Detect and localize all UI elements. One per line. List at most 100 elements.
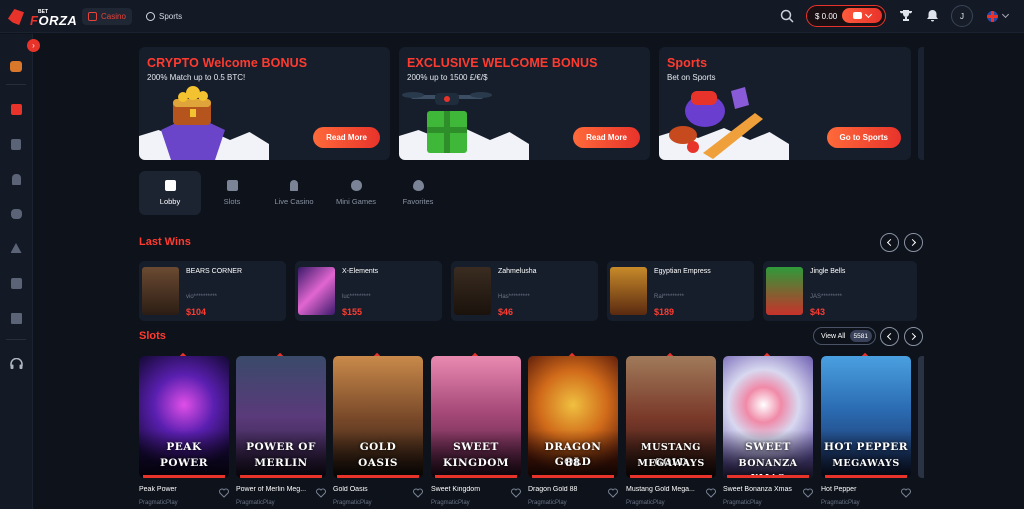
next-slot-peek[interactable]: [918, 356, 924, 478]
last-win-card[interactable]: X-Elements luc********* $155: [295, 261, 442, 321]
language-flag-icon[interactable]: [987, 11, 998, 22]
chevron-left-icon: [886, 238, 895, 247]
slot-provider: PragmaticPlay: [139, 500, 178, 506]
favorite-heart-icon[interactable]: [706, 488, 716, 498]
slot-logo-text: POWER OF: [246, 441, 316, 453]
last-wins-next-button[interactable]: [904, 233, 923, 252]
read-more-button[interactable]: Read More: [313, 127, 380, 148]
slot-provider: PragmaticPlay: [626, 500, 665, 506]
slot-name: Mustang Gold Mega...: [626, 486, 695, 493]
tab-mini-games[interactable]: Mini Games: [325, 171, 387, 215]
card-frame: [630, 475, 712, 478]
last-win-card[interactable]: Zahmelusha Has********* $46: [451, 261, 598, 321]
go-to-sports-button[interactable]: Go to Sports: [826, 127, 901, 148]
chevron-right-icon: [908, 238, 917, 247]
slots-next-button[interactable]: [904, 327, 923, 346]
nav-casino-label: Casino: [101, 12, 126, 21]
top-bar: BET FORZA Casino Sports $ 0.00 J: [0, 0, 1024, 33]
last-wins-title: Last Wins: [139, 236, 191, 248]
banner-subtitle: Bet on Sports: [667, 73, 716, 82]
slot-card[interactable]: DRAGON GOLD 88 Dragon Gold 88 PragmaticP…: [528, 352, 618, 509]
slot-thumbnail[interactable]: MUSTANG GOLD MEGAWAYS: [626, 356, 716, 478]
card-frame: [337, 475, 419, 478]
slot-card[interactable]: PEAK POWER Peak Power PragmaticPlay: [139, 352, 229, 509]
favorite-heart-icon[interactable]: [219, 488, 229, 498]
nav-casino[interactable]: Casino: [82, 8, 132, 25]
balance-widget[interactable]: $ 0.00: [806, 5, 886, 27]
slot-card[interactable]: HOT PEPPER MEGAWAYS Hot Pepper Pragmatic…: [821, 352, 911, 509]
win-game-name: Jingle Bells: [810, 268, 846, 275]
mini-games-icon: [350, 180, 362, 191]
sidebar-item-mini-games[interactable]: [9, 207, 23, 221]
sidebar-item-tables[interactable]: [9, 241, 23, 255]
chevron-down-icon[interactable]: [1001, 10, 1010, 19]
tab-lobby[interactable]: Lobby: [139, 171, 201, 215]
tab-live-casino[interactable]: Live Casino: [263, 171, 325, 215]
slot-thumbnail[interactable]: HOT PEPPER MEGAWAYS: [821, 356, 911, 478]
slot-card[interactable]: POWER OF MERLIN Power of Merlin Meg... P…: [236, 352, 326, 509]
favorite-heart-icon[interactable]: [511, 488, 521, 498]
slot-logo-text: MEGAWAYS: [832, 458, 900, 469]
sidebar-item-live[interactable]: [9, 172, 23, 186]
view-all-button[interactable]: View All 5581: [813, 327, 876, 345]
last-win-card[interactable]: BEARS CORNER vio********** $104: [139, 261, 286, 321]
win-game-name: Egyptian Empress: [654, 268, 711, 275]
brand-mark-icon: [8, 9, 24, 25]
slot-thumbnail[interactable]: SWEET KINGDOM: [431, 356, 521, 478]
win-amount: $43: [810, 307, 826, 317]
chevron-left-icon: [886, 332, 895, 341]
tab-label: Lobby: [159, 197, 181, 206]
favorite-heart-icon[interactable]: [316, 488, 326, 498]
next-banner-peek[interactable]: [918, 47, 924, 160]
slot-logo-text: GOLD: [359, 441, 397, 453]
slot-card[interactable]: GOLD OASIS Gold Oasis PragmaticPlay: [333, 352, 423, 509]
sidebar-item-support[interactable]: [9, 357, 23, 371]
slots-icon: [11, 138, 21, 150]
slot-thumbnail[interactable]: PEAK POWER: [139, 356, 229, 478]
user-avatar[interactable]: J: [951, 5, 973, 27]
favorite-heart-icon[interactable]: [901, 488, 911, 498]
slot-thumbnail[interactable]: SWEET BONANZA XMAS: [723, 356, 813, 478]
tab-slots[interactable]: Slots: [201, 171, 263, 215]
win-user: JAS*********: [810, 294, 843, 300]
last-win-card[interactable]: Egyptian Empress Ral********* $189: [607, 261, 754, 321]
sidebar-item-lobby[interactable]: [9, 102, 23, 116]
sidebar-item-promotions[interactable]: [9, 311, 23, 325]
card-frame: [143, 475, 225, 478]
brand-logo[interactable]: BET FORZA: [8, 6, 77, 28]
win-amount: $46: [498, 307, 514, 317]
slot-provider: PragmaticPlay: [821, 500, 860, 506]
sidebar-toggle-button[interactable]: ›: [27, 39, 40, 52]
sidebar-divider: [6, 84, 26, 85]
banner-exclusive-bonus[interactable]: EXCLUSIVE WELCOME BONUS 200% up to 1500 …: [399, 47, 650, 160]
sidebar-item-slots[interactable]: [9, 137, 23, 151]
slot-card[interactable]: MUSTANG GOLD MEGAWAYS Mustang Gold Mega.…: [626, 352, 716, 509]
sidebar-item-promo[interactable]: [9, 59, 23, 73]
last-win-card[interactable]: Jingle Bells JAS********* $43: [763, 261, 917, 321]
slot-thumbnail[interactable]: DRAGON GOLD 88: [528, 356, 618, 478]
tab-favorites[interactable]: Favorites: [387, 171, 449, 215]
read-more-button[interactable]: Read More: [573, 127, 640, 148]
slot-card[interactable]: SWEET KINGDOM Sweet Kingdom PragmaticPla…: [431, 352, 521, 509]
slot-card[interactable]: SWEET BONANZA XMAS Sweet Bonanza Xmas Pr…: [723, 352, 813, 509]
card-frame: [825, 475, 907, 478]
slot-logo-text: HOT PEPPER: [824, 441, 908, 453]
sidebar-item-categories[interactable]: [9, 276, 23, 290]
last-wins-prev-button[interactable]: [880, 233, 899, 252]
trophy-icon[interactable]: [900, 10, 912, 21]
banner-sports[interactable]: Sports Bet on Sports Go to Sports: [659, 47, 911, 160]
slots-prev-button[interactable]: [880, 327, 899, 346]
slot-logo-text: MERLIN: [254, 457, 308, 469]
slot-thumbnail[interactable]: POWER OF MERLIN: [236, 356, 326, 478]
slot-thumbnail[interactable]: GOLD OASIS: [333, 356, 423, 478]
favorite-heart-icon[interactable]: [413, 488, 423, 498]
slot-provider: PragmaticPlay: [528, 500, 567, 506]
bell-icon[interactable]: [927, 10, 938, 22]
wallet-button[interactable]: [842, 8, 882, 23]
favorite-heart-icon[interactable]: [803, 488, 813, 498]
banner-crypto-bonus[interactable]: CRYPTO Welcome BONUS 200% Match up to 0.…: [139, 47, 390, 160]
search-icon[interactable]: [780, 9, 794, 23]
favorite-heart-icon[interactable]: [608, 488, 618, 498]
soccer-ball-icon: [146, 12, 155, 21]
nav-sports[interactable]: Sports: [140, 8, 188, 25]
